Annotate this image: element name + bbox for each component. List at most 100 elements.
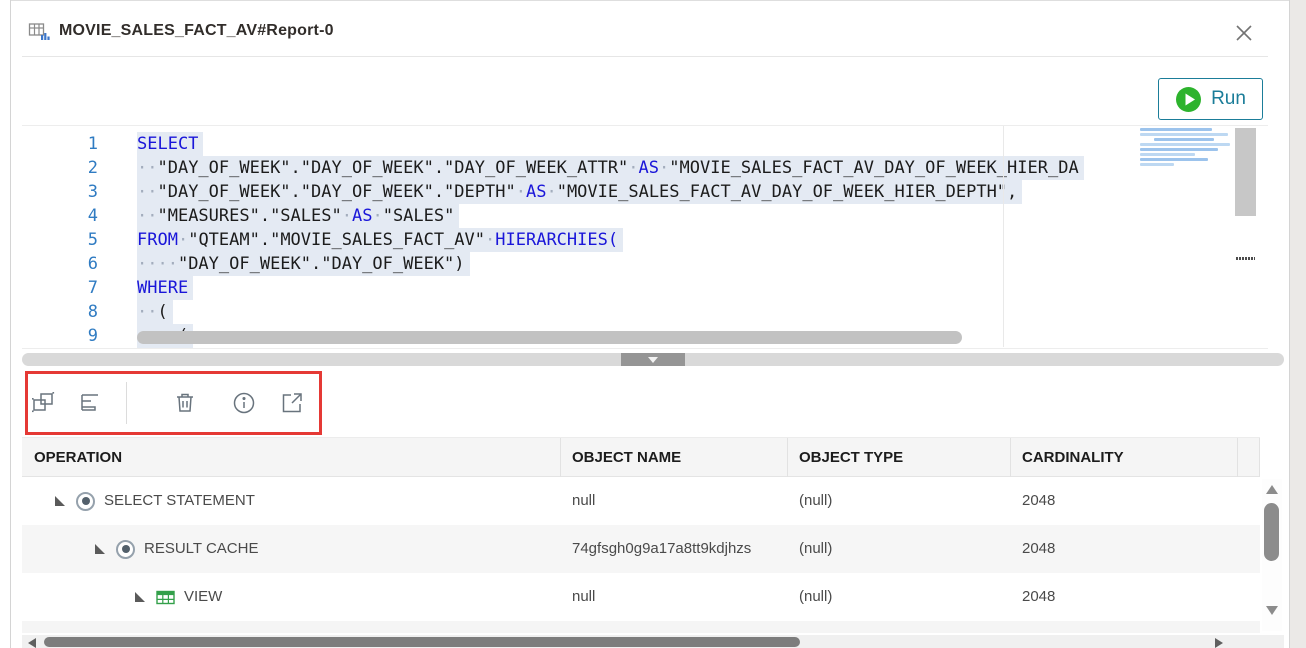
expand-collapse-icon[interactable] [55,496,65,506]
collapse-down-icon [648,357,658,363]
info-icon [231,390,257,416]
plan-table-row[interactable]: SELECT STATEMENT null(null)2048 [22,477,1260,525]
delete-button[interactable] [172,390,198,416]
column-header-cardinality[interactable]: CARDINALITY [1010,438,1124,478]
diagram-view-button[interactable] [30,390,56,416]
cardinality-cell: 2048 [1010,525,1237,573]
selected-code-text: ··( [137,300,173,324]
editor-minimap[interactable] [1140,128,1235,168]
run-button-label: Run [1211,88,1246,110]
code-line[interactable]: 7 WHERE [22,276,1130,300]
code-line[interactable]: 4··"MEASURES"."SALES"·AS·"SALES" [22,204,1130,228]
line-number: 9 [22,324,98,348]
close-button[interactable] [1230,19,1258,47]
sql-editor[interactable]: 1 SELECT 2 ··"DAY_OF_WEEK"."DAY_OF_WEEK"."D… [22,126,1268,348]
selected-code-text: WHERE [137,276,193,300]
line-number: 7 [22,276,98,300]
operation-cell: VIEW [22,573,560,621]
line-number: 5 [22,228,98,252]
scroll-down-arrow[interactable] [1266,606,1278,615]
line-number: 2 [22,156,98,180]
cardinality-cell: 2048 [1010,573,1237,621]
code-line[interactable]: 6 ····"DAY_OF_WEEK"."DAY_OF_WEEK") [22,252,1130,276]
dialog-border-top [10,0,1290,1]
operation-label: SELECT STATEMENT [104,477,255,525]
info-button[interactable] [231,390,257,416]
plan-table-header: OPERATION OBJECT NAME OBJECT TYPE CARDIN… [22,437,1260,477]
open-in-new-window-icon [279,390,305,416]
plan-table-row[interactable]: RESULT CACHE 74gfsgh0g9a17a8tt9kdjhzs(nul… [22,525,1260,573]
line-number: 6 [22,252,98,276]
code-line[interactable]: 8 ··( [22,300,1130,324]
object-name-cell: null [560,477,787,525]
editor-vertical-scrollbar[interactable] [1235,128,1256,216]
selected-code-text: ··"MEASURES"."SALES"·AS·"SALES" [137,204,459,228]
selected-code-text: SELECT [137,132,203,156]
sql-code[interactable]: 1 SELECT 2 ··"DAY_OF_WEEK"."DAY_OF_WEEK"."D… [22,132,1130,348]
column-header-object-type[interactable]: OBJECT TYPE [787,438,903,478]
column-divider [1259,438,1260,478]
table-horizontal-scrollbar[interactable] [22,635,1284,648]
pane-splitter[interactable] [22,353,1284,366]
column-header-operation[interactable]: OPERATION [22,438,122,478]
code-line[interactable]: 2 ··"DAY_OF_WEEK"."DAY_OF_WEEK"."DAY_OF_W… [22,156,1130,180]
trash-icon [172,390,198,416]
operation-node-icon [76,492,95,511]
tree-view-icon [78,390,104,416]
dialog-title: MOVIE_SALES_FACT_AV#Report-0 [59,22,334,40]
window-scroll-gutter [1290,0,1306,648]
view-table-icon [156,589,175,606]
tree-view-button[interactable] [78,390,104,416]
open-external-button[interactable] [279,390,305,416]
line-number: 3 [22,180,98,204]
column-divider [560,438,561,478]
editor-margin-ruler [1003,126,1004,347]
line-number: 8 [22,300,98,324]
operation-cell: SELECT STATEMENT [22,477,560,525]
scroll-left-arrow[interactable] [28,638,36,648]
scroll-thumb[interactable] [1264,503,1279,561]
operation-label: VIEW [184,573,222,621]
plan-table-row[interactable]: VIEW null(null)2048 [22,573,1260,621]
play-icon [1175,86,1202,113]
column-divider [787,438,788,478]
code-line[interactable]: 1 SELECT [22,132,1130,156]
selected-code-text: ····"DAY_OF_WEEK"."DAY_OF_WEEK") [137,252,470,276]
column-divider [1010,438,1011,478]
analytic-view-report-icon [28,21,51,41]
object-name-cell: 74gfsgh0g9a17a8tt9kdjhzs [560,525,787,573]
dialog-border-left [10,0,11,648]
object-name-cell: null [560,573,787,621]
column-divider [1237,438,1238,478]
expand-collapse-icon[interactable] [95,544,105,554]
operation-cell: RESULT CACHE [22,525,560,573]
column-header-object-name[interactable]: OBJECT NAME [560,438,681,478]
table-vertical-scrollbar[interactable] [1262,479,1282,631]
scroll-right-arrow[interactable] [1215,638,1223,648]
close-icon [1230,19,1258,47]
run-button[interactable]: Run [1158,78,1263,120]
execution-plan-table: OPERATION OBJECT NAME OBJECT TYPE CARDIN… [22,437,1260,621]
query-report-dialog: MOVIE_SALES_FACT_AV#Report-0 Run 1 SELECT… [0,0,1306,648]
scroll-thumb[interactable] [44,637,800,647]
object-type-cell: (null) [787,477,1010,525]
toolbar-separator [126,382,127,424]
editor-horizontal-scrollbar[interactable] [137,331,962,344]
code-line[interactable]: 5FROM·"QTEAM"."MOVIE_SALES_FACT_AV"·HIER… [22,228,1130,252]
selected-code-text: ··"DAY_OF_WEEK"."DAY_OF_WEEK"."DAY_OF_WE… [137,156,1084,180]
diagram-view-icon [30,390,56,416]
object-type-cell: (null) [787,525,1010,573]
line-number: 1 [22,132,98,156]
view-table-icon [156,589,175,606]
plan-row-partial [22,621,1260,633]
scroll-up-arrow[interactable] [1266,485,1278,494]
splitter-grip[interactable] [621,353,685,366]
cardinality-cell: 2048 [1010,477,1237,525]
operation-label: RESULT CACHE [144,525,258,573]
operation-node-icon [116,540,135,559]
expand-collapse-icon[interactable] [135,592,145,602]
object-type-cell: (null) [787,573,1010,621]
editor-bottom-divider [22,348,1268,349]
plan-toolbar [30,379,305,427]
code-line[interactable]: 3··"DAY_OF_WEEK"."DAY_OF_WEEK"."DEPTH"·A… [22,180,1130,204]
